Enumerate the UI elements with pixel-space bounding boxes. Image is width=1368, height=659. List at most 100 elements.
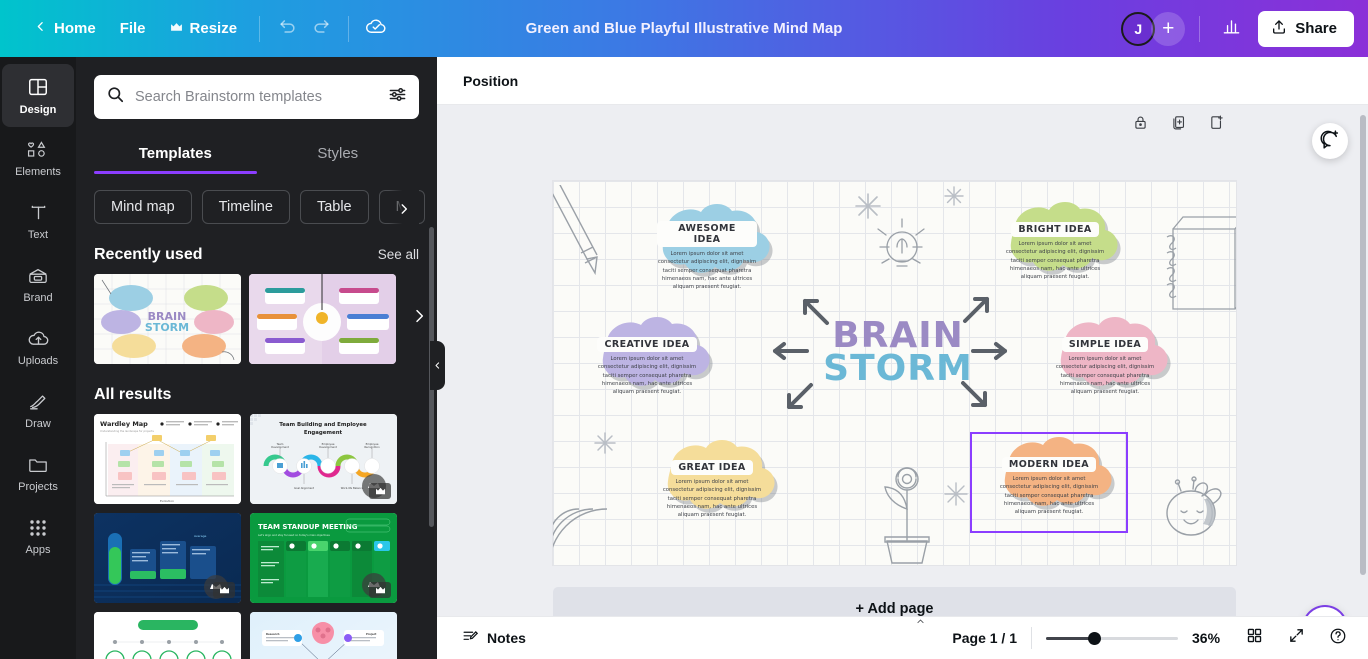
template-thumbnail[interactable]: Team Building and Employee Engagement Te… (250, 414, 397, 504)
cloud-title: BRIGHT IDEA (1011, 222, 1099, 237)
top-bar-left-group: Home File Resize (0, 12, 393, 46)
divider (348, 15, 350, 42)
add-page-button[interactable] (1203, 112, 1229, 138)
resize-label: Resize (189, 20, 238, 37)
cloud-text-block: AWESOME IDEA Lorem ipsum dolor sit amet … (633, 221, 781, 292)
resize-button[interactable]: Resize (158, 13, 250, 44)
cloud-simple-idea[interactable]: SIMPLE IDEA Lorem ipsum dolor sit amet c… (1031, 316, 1179, 406)
brand-wallet-icon (27, 266, 49, 289)
template-panel: Templates Styles Mind map Timeline Table… (76, 57, 437, 659)
canvas-scrollbar[interactable] (1360, 115, 1366, 575)
tab-templates[interactable]: Templates (94, 135, 257, 174)
all-results-grid: Wardley Map Understanding the landscape … (76, 414, 437, 659)
redo-icon (312, 17, 331, 41)
sidebar-item-label: Text (27, 229, 49, 241)
template-thumbnail[interactable]: TEAM STANDUP MEETING Let's align and sta… (250, 513, 397, 603)
pen-draw-icon (27, 392, 49, 415)
sidebar-item-brand[interactable]: Brand (2, 253, 74, 316)
file-menu-button[interactable]: File (108, 13, 158, 44)
chip-mind-map[interactable]: Mind map (94, 190, 192, 224)
arrow-up-left-icon (803, 299, 829, 325)
cloud-text-block: GREAT IDEA Lorem ipsum dolor sit amet co… (638, 457, 786, 520)
cloud-bright-idea[interactable]: BRIGHT IDEA Lorem ipsum dolor sit amet c… (981, 201, 1129, 291)
zoom-slider[interactable] (1046, 630, 1178, 646)
upload-icon (1271, 19, 1287, 39)
design-page[interactable]: AWESOME IDEA Lorem ipsum dolor sit amet … (553, 181, 1236, 565)
bottom-bar: Notes Page 1 / 1 36% (437, 616, 1368, 659)
sparkle-doodle (594, 432, 616, 454)
fullscreen-button[interactable] (1282, 624, 1310, 652)
chips-next-button[interactable] (389, 190, 419, 224)
svg-text:Research: Research (266, 632, 280, 636)
collapse-pages-button[interactable] (892, 617, 948, 632)
help-button[interactable] (1324, 624, 1352, 652)
cloud-great-idea[interactable]: GREAT IDEA Lorem ipsum dolor sit amet co… (638, 439, 786, 529)
position-button[interactable]: Position (453, 66, 528, 96)
analytics-button[interactable] (1214, 12, 1248, 46)
chevron-up-icon (916, 619, 924, 624)
sidebar-item-text[interactable]: Text (2, 190, 74, 253)
arrow-down-left-icon (787, 383, 813, 409)
svg-text:Project: Project (366, 632, 377, 636)
apps-dots-icon (28, 518, 48, 541)
avatar[interactable]: J (1121, 11, 1156, 46)
sidebar-item-label: Projects (18, 480, 58, 493)
search-box[interactable] (94, 75, 419, 119)
chip-timeline[interactable]: Timeline (201, 190, 290, 224)
sidebar-item-uploads[interactable]: Uploads (2, 316, 74, 379)
zoom-slider-knob[interactable] (1087, 631, 1101, 645)
notes-button[interactable]: Notes (453, 622, 535, 654)
sliders-filter-icon[interactable] (388, 85, 407, 109)
recently-used-next-button[interactable] (411, 306, 427, 332)
search-input[interactable] (135, 89, 378, 105)
template-thumbnail[interactable]: BRAIN STORM (94, 274, 241, 364)
svg-text:Goal Alignment: Goal Alignment (294, 486, 314, 490)
share-button[interactable]: Share (1258, 10, 1354, 47)
sparkle-doodle (944, 186, 964, 206)
cloud-text-block: MODERN IDEA Lorem ipsum dolor sit amet c… (975, 454, 1123, 517)
sidebar-item-label: Design (19, 103, 57, 116)
cloud-creative-idea[interactable]: CREATIVE IDEA Lorem ipsum dolor sit amet… (573, 316, 721, 406)
cloud-saved-button[interactable] (359, 12, 393, 46)
template-thumbnail[interactable]: Average (94, 513, 241, 603)
sidebar-item-draw[interactable]: Draw (2, 379, 74, 442)
chevron-left-icon (435, 362, 440, 369)
sidebar-item-design[interactable]: Design (2, 64, 74, 127)
cloud-body: Lorem ipsum dolor sit amet consectetur a… (662, 479, 762, 519)
grid-view-button[interactable] (1240, 624, 1268, 652)
lock-page-button[interactable] (1127, 112, 1153, 138)
brainstorm-title[interactable]: BRAIN STORM (818, 317, 978, 386)
divider (259, 15, 261, 42)
template-thumbnail[interactable]: MIND MAP ResearchProjectDistributionDeve… (250, 612, 397, 659)
sidebar-item-elements[interactable]: Elements (2, 127, 74, 190)
home-button[interactable]: Home (22, 13, 108, 44)
cloud-text-block: CREATIVE IDEA Lorem ipsum dolor sit amet… (573, 334, 721, 397)
redo-button[interactable] (304, 12, 338, 46)
canvas-area[interactable]: AWESOME IDEA Lorem ipsum dolor sit amet … (437, 105, 1368, 659)
sidebar-item-apps[interactable]: Apps (2, 505, 74, 568)
sidebar-item-projects[interactable]: Projects (2, 442, 74, 505)
notes-label: Notes (487, 630, 526, 646)
cloud-title: GREAT IDEA (671, 460, 753, 475)
template-thumbnail[interactable]: Wardley Map Understanding the landscape … (94, 414, 241, 504)
sidebar-item-label: Elements (15, 165, 61, 178)
duplicate-page-button[interactable] (1165, 112, 1191, 138)
cloud-awesome-idea[interactable]: AWESOME IDEA Lorem ipsum dolor sit amet … (633, 203, 781, 293)
see-all-link[interactable]: See all (378, 247, 419, 262)
top-bar-right-group: J + Share (1121, 10, 1368, 47)
recently-used-header: Recently used See all (76, 224, 437, 274)
undo-button[interactable] (270, 12, 304, 46)
cloud-title: AWESOME IDEA (656, 221, 758, 247)
tab-styles[interactable]: Styles (257, 135, 420, 174)
add-comment-button[interactable] (1312, 123, 1348, 159)
left-rail: Design Elements Text Brand Uploads Draw (0, 57, 76, 659)
panel-tabs: Templates Styles (76, 135, 437, 174)
panel-collapse-handle[interactable] (430, 341, 445, 390)
template-thumbnail[interactable]: PLANNINGSETUPBUILDONBOARDINGPRODUCT LAUN… (94, 612, 241, 659)
template-thumbnail[interactable] (249, 274, 396, 364)
add-collaborator-button[interactable]: + (1151, 11, 1186, 46)
page-tools (1127, 112, 1229, 138)
cloud-modern-idea[interactable]: MODERN IDEA Lorem ipsum dolor sit amet c… (975, 436, 1123, 526)
chip-table[interactable]: Table (299, 190, 369, 224)
chevron-right-icon (416, 309, 424, 323)
